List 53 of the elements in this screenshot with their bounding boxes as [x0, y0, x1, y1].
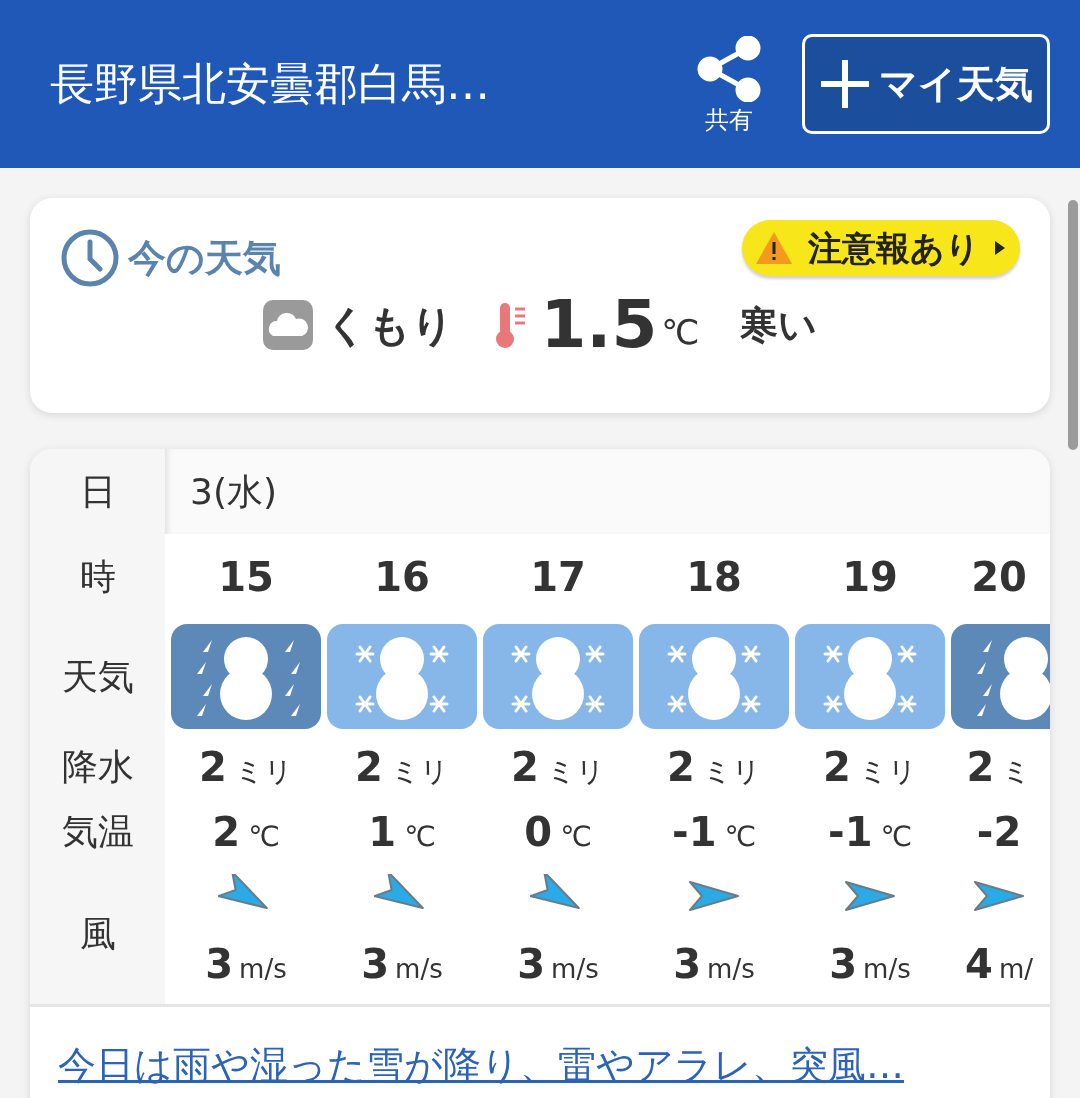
- clock-icon: [60, 228, 120, 288]
- warning-icon: [754, 230, 794, 266]
- cloud-icon: [263, 300, 314, 350]
- weather-condition: くもり: [325, 299, 455, 352]
- forecast-summary-link[interactable]: 今日は雨や湿った雪が降り、雷やアラレ、突風…: [58, 1043, 904, 1087]
- plus-icon: [819, 58, 871, 110]
- alert-badge[interactable]: 注意報あり: [742, 220, 1020, 276]
- wind-speed: 3 m/s: [829, 940, 911, 989]
- temperature-value: 2 ℃: [212, 807, 280, 857]
- temperature-value: -1 ℃: [828, 807, 912, 857]
- precipitation-value: 2 ミリ: [355, 742, 449, 792]
- feels-like-text: 寒い: [739, 301, 817, 349]
- hour-label: 18: [686, 552, 742, 602]
- row-label: 日: [79, 469, 116, 514]
- temperature-value: -1 ℃: [672, 807, 756, 857]
- snow-icon: [795, 624, 945, 729]
- wind-speed: 3 m/s: [205, 940, 287, 989]
- hour-label: 17: [530, 552, 586, 602]
- precipitation-value: 2 ミリ: [667, 742, 761, 792]
- location-title: 長野県北安曇郡白馬…: [50, 57, 490, 111]
- row-label: 風: [79, 912, 116, 956]
- precipitation-value: 2 ミ: [966, 742, 1032, 792]
- share-button[interactable]: 共有: [696, 36, 762, 132]
- scrollbar[interactable]: [1068, 200, 1078, 450]
- row-label: 降水: [61, 744, 134, 789]
- snow-icon: [639, 624, 789, 729]
- precipitation-value: 2 ミリ: [199, 742, 293, 792]
- temperature-value: 1 ℃: [368, 807, 436, 857]
- date-label: 3(水): [190, 469, 277, 514]
- precipitation-value: 2 ミリ: [511, 742, 605, 792]
- hour-label: 20: [971, 552, 1027, 602]
- temperature-value: 1.5: [540, 292, 658, 358]
- snow-icon: [327, 624, 477, 729]
- precipitation-value: 2 ミリ: [823, 742, 917, 792]
- wind-speed: 4 m/: [965, 940, 1033, 989]
- row-label: 気温: [61, 809, 134, 854]
- hour-label: 15: [218, 552, 274, 602]
- wind-speed: 3 m/s: [361, 940, 443, 989]
- temperature-value: 0 ℃: [524, 807, 592, 857]
- section-title: 今の天気: [128, 234, 281, 282]
- my-weather-button[interactable]: マイ天気: [802, 34, 1050, 134]
- wind-speed: 3 m/s: [517, 940, 599, 989]
- temperature-unit: ℃: [661, 310, 700, 354]
- row-label: 時: [79, 554, 116, 599]
- sleet-icon: [171, 624, 321, 729]
- share-icon: [696, 36, 762, 102]
- snow-icon: [483, 624, 633, 729]
- wind-speed: 3 m/s: [673, 940, 755, 989]
- hour-label: 19: [842, 552, 898, 602]
- temperature-value: -2: [976, 807, 1022, 857]
- caret-icon: [994, 240, 1006, 256]
- hour-label: 16: [374, 552, 430, 602]
- row-label: 天気: [61, 654, 134, 699]
